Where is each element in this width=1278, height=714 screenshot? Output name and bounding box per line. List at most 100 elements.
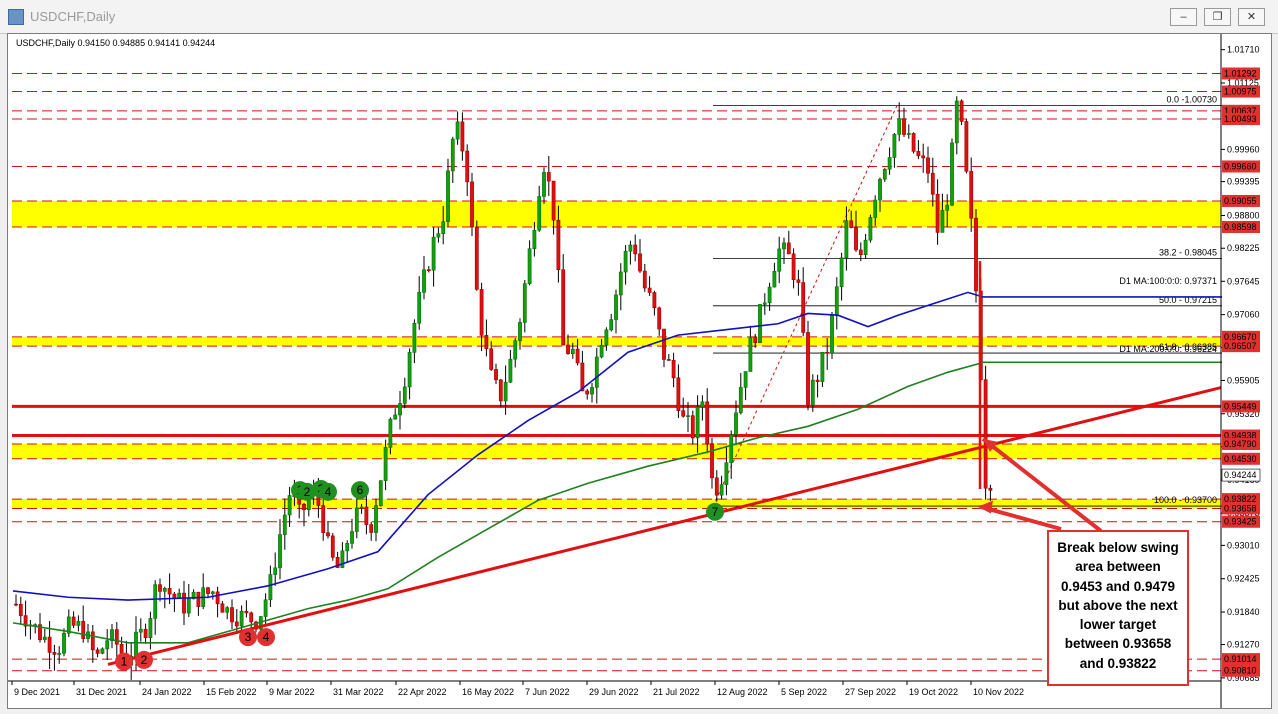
- candle-bear: [849, 220, 854, 228]
- candle-bull: [834, 286, 839, 316]
- time-tick-label: 15 Feb 2022: [206, 687, 257, 697]
- candle-bear: [585, 390, 590, 395]
- candle-bear: [714, 477, 719, 496]
- price-tick-label: 0.91270: [1227, 640, 1260, 650]
- candle-bear: [196, 591, 201, 607]
- candle-bear: [983, 379, 988, 489]
- candle-bull: [383, 447, 388, 481]
- candle-bear: [230, 607, 234, 623]
- candle-bear: [71, 616, 76, 626]
- candle-bull: [105, 640, 110, 650]
- candle-bull: [628, 244, 633, 252]
- fib-label: 100.0 - 0.93700: [1154, 495, 1217, 505]
- candle-bull: [57, 653, 62, 655]
- price-tick-label: 1.01710: [1227, 45, 1260, 55]
- candle-bull: [417, 292, 422, 324]
- candle-bull: [446, 170, 450, 223]
- candle-bull: [138, 628, 143, 633]
- candle-bull: [609, 319, 614, 331]
- candle-bear: [470, 181, 474, 228]
- swing-marker-label: 3: [245, 630, 252, 644]
- candle-bear: [988, 487, 993, 491]
- candle-bear: [566, 344, 570, 355]
- candle-bear: [18, 603, 23, 616]
- ma-label: D1 MA:200:0:0: 0.96224: [1119, 344, 1217, 354]
- candle-bull: [225, 607, 230, 613]
- candle-bear: [369, 524, 374, 533]
- candle-bull: [148, 618, 153, 639]
- candle-bear: [575, 348, 580, 364]
- price-level-tag-label: 0.99660: [1224, 161, 1257, 171]
- price-level-tag-label: 0.91014: [1224, 654, 1257, 664]
- candle-bull: [604, 329, 609, 346]
- candle-bear: [330, 535, 335, 558]
- candle-bull: [537, 196, 542, 231]
- candle-bull: [42, 636, 47, 641]
- candle-bear: [902, 118, 906, 135]
- window-titlebar: USDCHF,Daily – ❐ ✕: [0, 0, 1278, 34]
- minimize-button[interactable]: –: [1170, 8, 1197, 26]
- candle-bull: [839, 257, 844, 288]
- candle-bear: [854, 227, 858, 251]
- candle-bear: [364, 506, 369, 525]
- swing-marker-label: 1: [121, 655, 128, 669]
- candle-bull: [441, 221, 446, 234]
- candle-bull: [777, 248, 782, 272]
- candle-bull: [522, 283, 527, 323]
- candle-bull: [897, 118, 902, 135]
- candle-bull: [878, 178, 882, 201]
- time-tick-label: 19 Oct 2022: [909, 687, 958, 697]
- price-tick-label: 0.99960: [1227, 144, 1260, 154]
- candle-bear: [676, 377, 681, 411]
- candle-bull: [532, 229, 537, 250]
- last-price-label: 0.94244: [1224, 470, 1257, 480]
- candle-bull: [359, 506, 364, 509]
- candle-bull: [542, 172, 546, 197]
- candle-bull: [810, 379, 815, 406]
- candle-bull: [743, 371, 748, 388]
- candle-bull: [354, 507, 359, 532]
- candle-bull: [820, 351, 825, 382]
- candle-bear: [90, 631, 95, 651]
- close-button[interactable]: ✕: [1238, 8, 1265, 26]
- candle-bull: [594, 356, 599, 388]
- candle-bull: [153, 584, 158, 619]
- candle-bull: [527, 248, 532, 284]
- time-tick-label: 29 Jun 2022: [589, 687, 639, 697]
- candle-bear: [546, 172, 551, 182]
- time-tick-label: 7 Jun 2022: [525, 687, 570, 697]
- candle-bear: [426, 269, 431, 272]
- candle-bull: [282, 514, 287, 535]
- annotation-callout: Break below swing area between 0.9453 an…: [1047, 530, 1189, 686]
- candle-bear: [52, 652, 57, 655]
- restore-button[interactable]: ❐: [1204, 8, 1231, 26]
- candle-bull: [268, 574, 273, 601]
- candle-bull: [450, 138, 455, 172]
- price-tick-label: 0.93010: [1227, 540, 1260, 550]
- price-tick-label: 0.95905: [1227, 375, 1260, 385]
- candle-bull: [402, 386, 407, 404]
- candle-bear: [911, 133, 916, 152]
- candle-bear: [657, 307, 662, 330]
- candle-bear: [652, 292, 657, 309]
- price-level-tag-label: 0.94530: [1224, 454, 1257, 464]
- zone-band: [12, 443, 1221, 459]
- candle-bear: [806, 332, 810, 406]
- swing-marker-label: 2: [304, 485, 311, 499]
- candle-bull: [887, 157, 892, 170]
- candle-bear: [786, 242, 791, 255]
- candle-bull: [719, 484, 724, 496]
- candle-bull: [863, 239, 868, 256]
- candle-bear: [633, 244, 638, 255]
- candle-bear: [326, 532, 330, 537]
- candle-bear: [969, 171, 974, 219]
- price-level-tag-label: 0.98598: [1224, 222, 1257, 232]
- candle-bull: [350, 531, 354, 544]
- candle-bull: [623, 250, 628, 273]
- price-level-tag-label: 0.93658: [1224, 503, 1257, 513]
- candle-bull: [748, 336, 753, 372]
- candle-bear: [671, 360, 676, 379]
- candle-bear: [926, 157, 930, 174]
- candle-bull: [436, 233, 441, 238]
- price-level-tag-label: 1.00975: [1224, 87, 1257, 97]
